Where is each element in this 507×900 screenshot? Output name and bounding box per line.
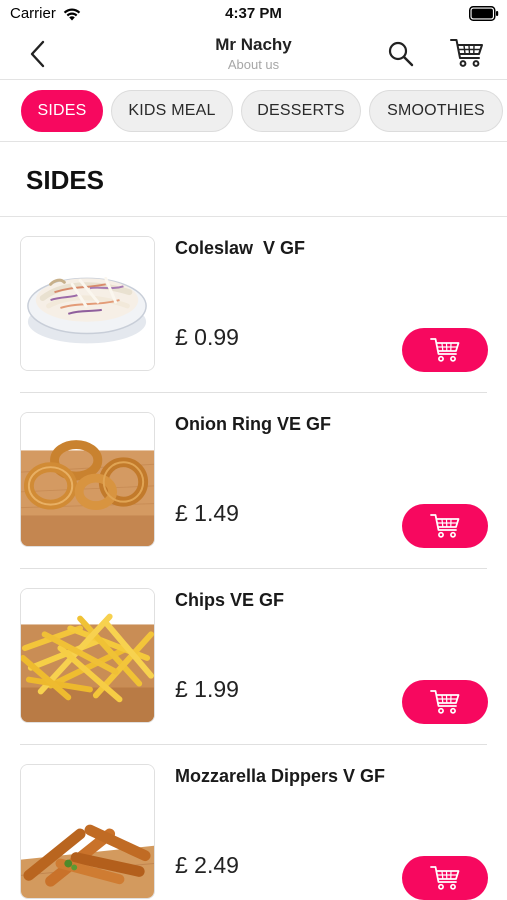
tab-desserts[interactable]: DESSERTS [241, 90, 361, 132]
restaurant-title: Mr Nachy [215, 35, 292, 54]
tab-kids-meal[interactable]: KIDS MEAL [111, 90, 233, 132]
product-price: £ 2.49 [175, 852, 239, 878]
coleslaw-bowl-image [21, 237, 154, 370]
tab-sides[interactable]: SIDES [21, 90, 103, 132]
product-name: Chips VE GF [175, 590, 285, 610]
cart-icon [430, 866, 460, 890]
mozzarella-dippers-image [21, 765, 154, 898]
cart-icon[interactable] [450, 37, 484, 69]
status-time: 4:37 PM [225, 5, 282, 22]
product-price: £ 1.99 [175, 676, 239, 702]
status-bar: Carrier 4:37 PM [0, 0, 507, 28]
add-to-cart-button[interactable] [402, 856, 488, 900]
about-us-link[interactable]: About us [0, 57, 507, 72]
product-price: £ 1.49 [175, 500, 239, 526]
product-item-mozzarella-dippers[interactable]: Mozzarella Dippers V GF £ 2.49 [0, 745, 507, 900]
product-item-onion-ring[interactable]: Onion Ring VE GF £ 1.49 [0, 393, 507, 569]
product-item-coleslaw[interactable]: Coleslaw V GF £ 0.99 [0, 217, 507, 393]
cart-icon [430, 338, 460, 362]
cart-icon [430, 690, 460, 714]
section-title: SIDES [26, 165, 105, 195]
product-name: Onion Ring VE GF [175, 414, 331, 434]
search-icon[interactable] [386, 39, 416, 69]
navigation-bar: Mr Nachy About us [0, 28, 507, 80]
product-image-onion-ring[interactable] [20, 412, 155, 547]
tab-smoothies[interactable]: SMOOTHIES [369, 90, 503, 132]
category-tabs: SIDES KIDS MEAL DESSERTS SMOOTHIES [0, 80, 507, 142]
product-price: £ 0.99 [175, 324, 239, 350]
battery-icon [469, 6, 499, 21]
product-name: Mozzarella Dippers V GF [175, 766, 386, 786]
cart-icon [430, 514, 460, 538]
section-header: SIDES [0, 143, 507, 217]
product-image-coleslaw[interactable] [20, 236, 155, 371]
add-to-cart-button[interactable] [402, 504, 488, 548]
add-to-cart-button[interactable] [402, 680, 488, 724]
add-to-cart-button[interactable] [402, 328, 488, 372]
onion-rings-image [21, 413, 154, 546]
product-name: Coleslaw V GF [175, 238, 306, 258]
chips-image [21, 589, 154, 722]
product-item-chips[interactable]: Chips VE GF £ 1.99 [0, 569, 507, 745]
product-image-chips[interactable] [20, 588, 155, 723]
product-image-mozzarella-dippers[interactable] [20, 764, 155, 899]
